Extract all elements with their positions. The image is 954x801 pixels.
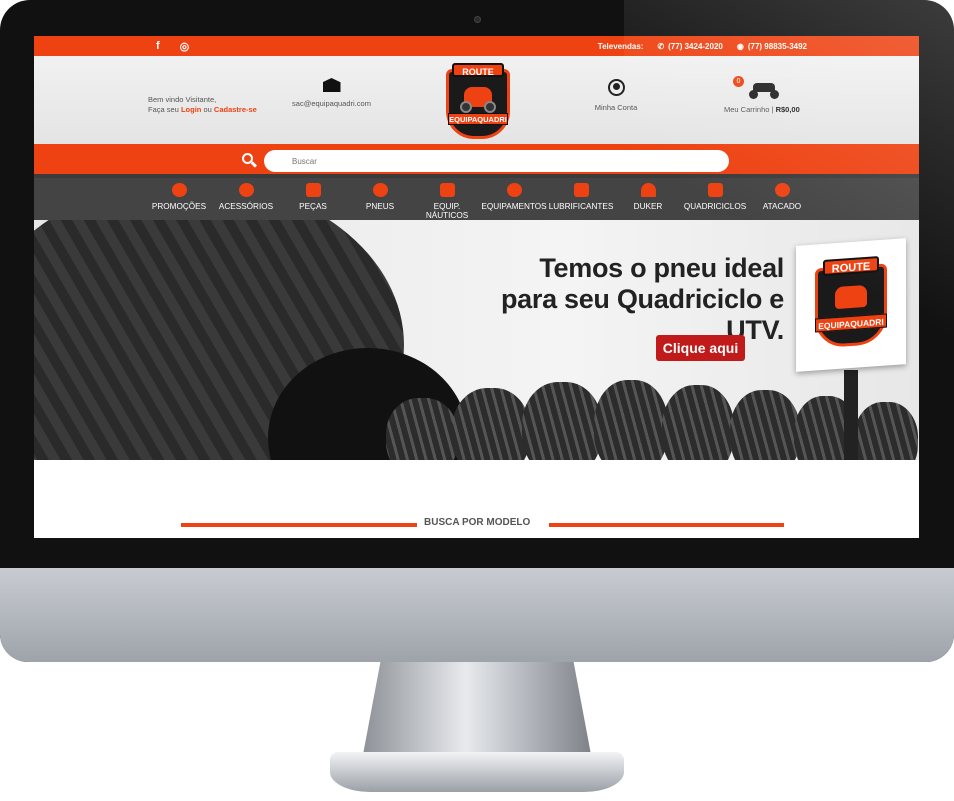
- login-link[interactable]: Login: [181, 105, 201, 114]
- tire-image: [854, 402, 918, 460]
- nav-label: DUKER: [633, 202, 663, 211]
- monitor-base: [330, 752, 624, 792]
- tire-image: [452, 388, 530, 460]
- cart-label: Meu Carrinho |: [724, 105, 774, 114]
- monitor-stand: [362, 662, 592, 760]
- monitor-frame: f ◎ Televendas: ✆ (77) 3424-2020 ◉ (77) 98…: [0, 0, 954, 662]
- tire-image: [522, 382, 602, 460]
- search-input[interactable]: [264, 150, 729, 172]
- nav-item-quadriciclos[interactable]: QUADRICICLOS: [682, 178, 749, 220]
- social-links: f ◎: [156, 40, 189, 53]
- percent-icon: [171, 183, 187, 197]
- nav-label: PEÇAS: [299, 202, 327, 211]
- site-header: Bem vindo Visitante, Faça seu Login ou C…: [34, 56, 919, 144]
- nav-label: ATACADO: [762, 202, 802, 211]
- whatsapp-icon: ◉: [736, 41, 744, 51]
- phone-icon: ✆: [657, 41, 665, 51]
- imac-mockup: f ◎ Televendas: ✆ (77) 3424-2020 ◉ (77) 98…: [0, 0, 954, 801]
- section-divider: [549, 523, 784, 527]
- camera-icon: [474, 16, 481, 23]
- hero-banner[interactable]: Temos o pneu ideal para seu Quadriciclo …: [34, 220, 919, 460]
- tire-image: [594, 380, 668, 460]
- register-link[interactable]: Cadastre-se: [214, 105, 257, 114]
- welcome-line: Bem vindo Visitante,: [148, 95, 217, 104]
- sign-pole: [844, 370, 858, 460]
- atv-cart-icon: [747, 81, 781, 99]
- helmet-icon: [506, 183, 522, 197]
- logo-name-text: EQUIPAQUADRI: [448, 113, 508, 125]
- content-section: BUSCA POR MODELO: [34, 460, 919, 538]
- sign-logo: ROUTE EQUIPAQUADRI: [815, 253, 887, 349]
- nav-item-equipamentos[interactable]: EQUIPAMENTOS: [481, 178, 548, 220]
- jetski-icon: [439, 183, 455, 197]
- gear-icon: [238, 183, 254, 197]
- email-address: sac@equipaquadri.com: [292, 99, 371, 108]
- nav-label: ACESSÓRIOS: [218, 202, 274, 211]
- nav-item-equip-nauticos[interactable]: EQUIP. NÁUTICOS: [414, 178, 481, 220]
- televendas-label: Televendas:: [597, 41, 644, 51]
- nav-item-pneus[interactable]: PNEUS: [347, 178, 414, 220]
- search-band: [34, 144, 919, 178]
- nav-item-acessorios[interactable]: ACESSÓRIOS: [213, 178, 280, 220]
- envelope-icon: [322, 78, 341, 92]
- model-search-title: BUSCA POR MODELO: [424, 517, 531, 528]
- email-contact[interactable]: sac@equipaquadri.com: [289, 78, 374, 108]
- tire-image: [730, 390, 800, 460]
- gauge-icon: [640, 183, 656, 197]
- whatsapp-contact[interactable]: ◉ (77) 98835-3492: [737, 42, 807, 51]
- oil-can-icon: [573, 183, 589, 197]
- nav-item-pecas[interactable]: PEÇAS: [280, 178, 347, 220]
- user-icon: [607, 79, 625, 96]
- search-icon[interactable]: [242, 153, 258, 168]
- nav-item-lubrificantes[interactable]: LUBRIFICANTES: [548, 178, 615, 220]
- hero-headline: Temos o pneu ideal para seu Quadriciclo …: [444, 253, 784, 346]
- tire-icon: [372, 183, 388, 197]
- welcome-text: Bem vindo Visitante, Faça seu Login ou C…: [148, 95, 257, 115]
- tire-image: [386, 398, 458, 460]
- nav-label: PROMOÇÕES: [151, 202, 207, 211]
- phone-contact[interactable]: ✆ (77) 3424-2020: [657, 42, 722, 51]
- phone-number: (77) 3424-2020: [668, 41, 723, 51]
- my-account-link[interactable]: Minha Conta: [586, 79, 646, 112]
- instagram-icon[interactable]: ◎: [180, 40, 190, 53]
- site-logo[interactable]: ROUTE EQUIPAQUADRI: [446, 63, 510, 139]
- nav-label: EQUIPAMENTOS: [481, 202, 547, 211]
- nav-label: QUADRICICLOS: [683, 202, 747, 211]
- nav-item-atacado[interactable]: ATACADO: [749, 178, 816, 220]
- logo-route-text: ROUTE: [452, 63, 504, 77]
- hero-headline-line-1: Temos o pneu ideal: [539, 253, 784, 283]
- contact-phones: Televendas: ✆ (77) 3424-2020 ◉ (77) 98835-…: [598, 42, 807, 51]
- cart-summary: Meu Carrinho | R$0,00: [724, 105, 800, 114]
- monitor-chin: [0, 568, 954, 662]
- website-screen: f ◎ Televendas: ✆ (77) 3424-2020 ◉ (77) 98…: [34, 36, 919, 538]
- login-or: ou: [203, 105, 212, 114]
- facebook-icon[interactable]: f: [156, 40, 160, 53]
- cog-icon: [774, 183, 790, 197]
- engine-icon: [305, 183, 321, 197]
- tire-image: [662, 385, 734, 460]
- atv-icon: [835, 284, 867, 310]
- account-label: Minha Conta: [594, 103, 638, 112]
- section-divider: [181, 523, 417, 527]
- store-sign: ROUTE EQUIPAQUADRI: [796, 238, 906, 372]
- nav-item-promocoes[interactable]: PROMOÇÕES: [146, 178, 213, 220]
- cart-count-badge: 0: [733, 76, 744, 87]
- nav-label: PNEUS: [365, 202, 395, 211]
- cart-total: R$0,00: [775, 105, 800, 114]
- atv-icon: [707, 183, 723, 197]
- nav-label: LUBRIFICANTES: [548, 202, 614, 211]
- whatsapp-number: (77) 98835-3492: [747, 41, 807, 51]
- category-nav: PROMOÇÕES ACESSÓRIOS PEÇAS PNEUS EQUIP. …: [34, 178, 919, 220]
- logo-wheel-icon: [484, 101, 496, 113]
- nav-item-duker[interactable]: DUKER: [615, 178, 682, 220]
- hero-cta-button[interactable]: Clique aqui: [656, 335, 745, 361]
- nav-label: EQUIP. NÁUTICOS: [425, 202, 469, 220]
- login-prefix: Faça seu: [148, 105, 179, 114]
- top-bar: f ◎ Televendas: ✆ (77) 3424-2020 ◉ (77) 98…: [34, 36, 919, 56]
- logo-wheel-icon: [460, 101, 472, 113]
